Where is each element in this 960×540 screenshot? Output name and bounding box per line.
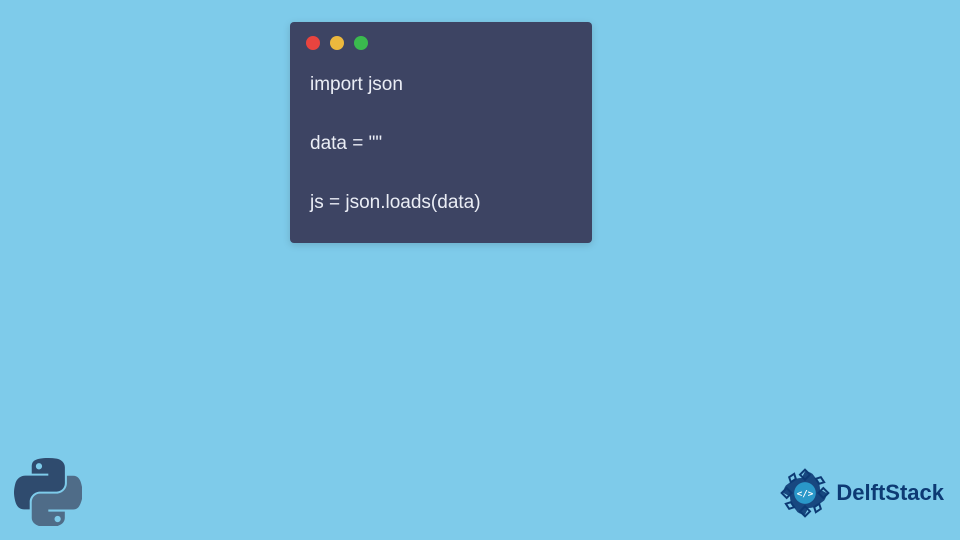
delftstack-logo-icon: </>	[780, 468, 830, 518]
code-content: import json data = "" js = json.loads(da…	[290, 54, 592, 243]
minimize-icon[interactable]	[330, 36, 344, 50]
maximize-icon[interactable]	[354, 36, 368, 50]
svg-text:</>: </>	[797, 488, 814, 499]
code-window: import json data = "" js = json.loads(da…	[290, 22, 592, 243]
window-titlebar	[290, 22, 592, 54]
close-icon[interactable]	[306, 36, 320, 50]
delftstack-branding: </> DelftStack	[780, 468, 944, 518]
delftstack-name: DelftStack	[836, 480, 944, 506]
python-logo-icon	[14, 458, 82, 526]
